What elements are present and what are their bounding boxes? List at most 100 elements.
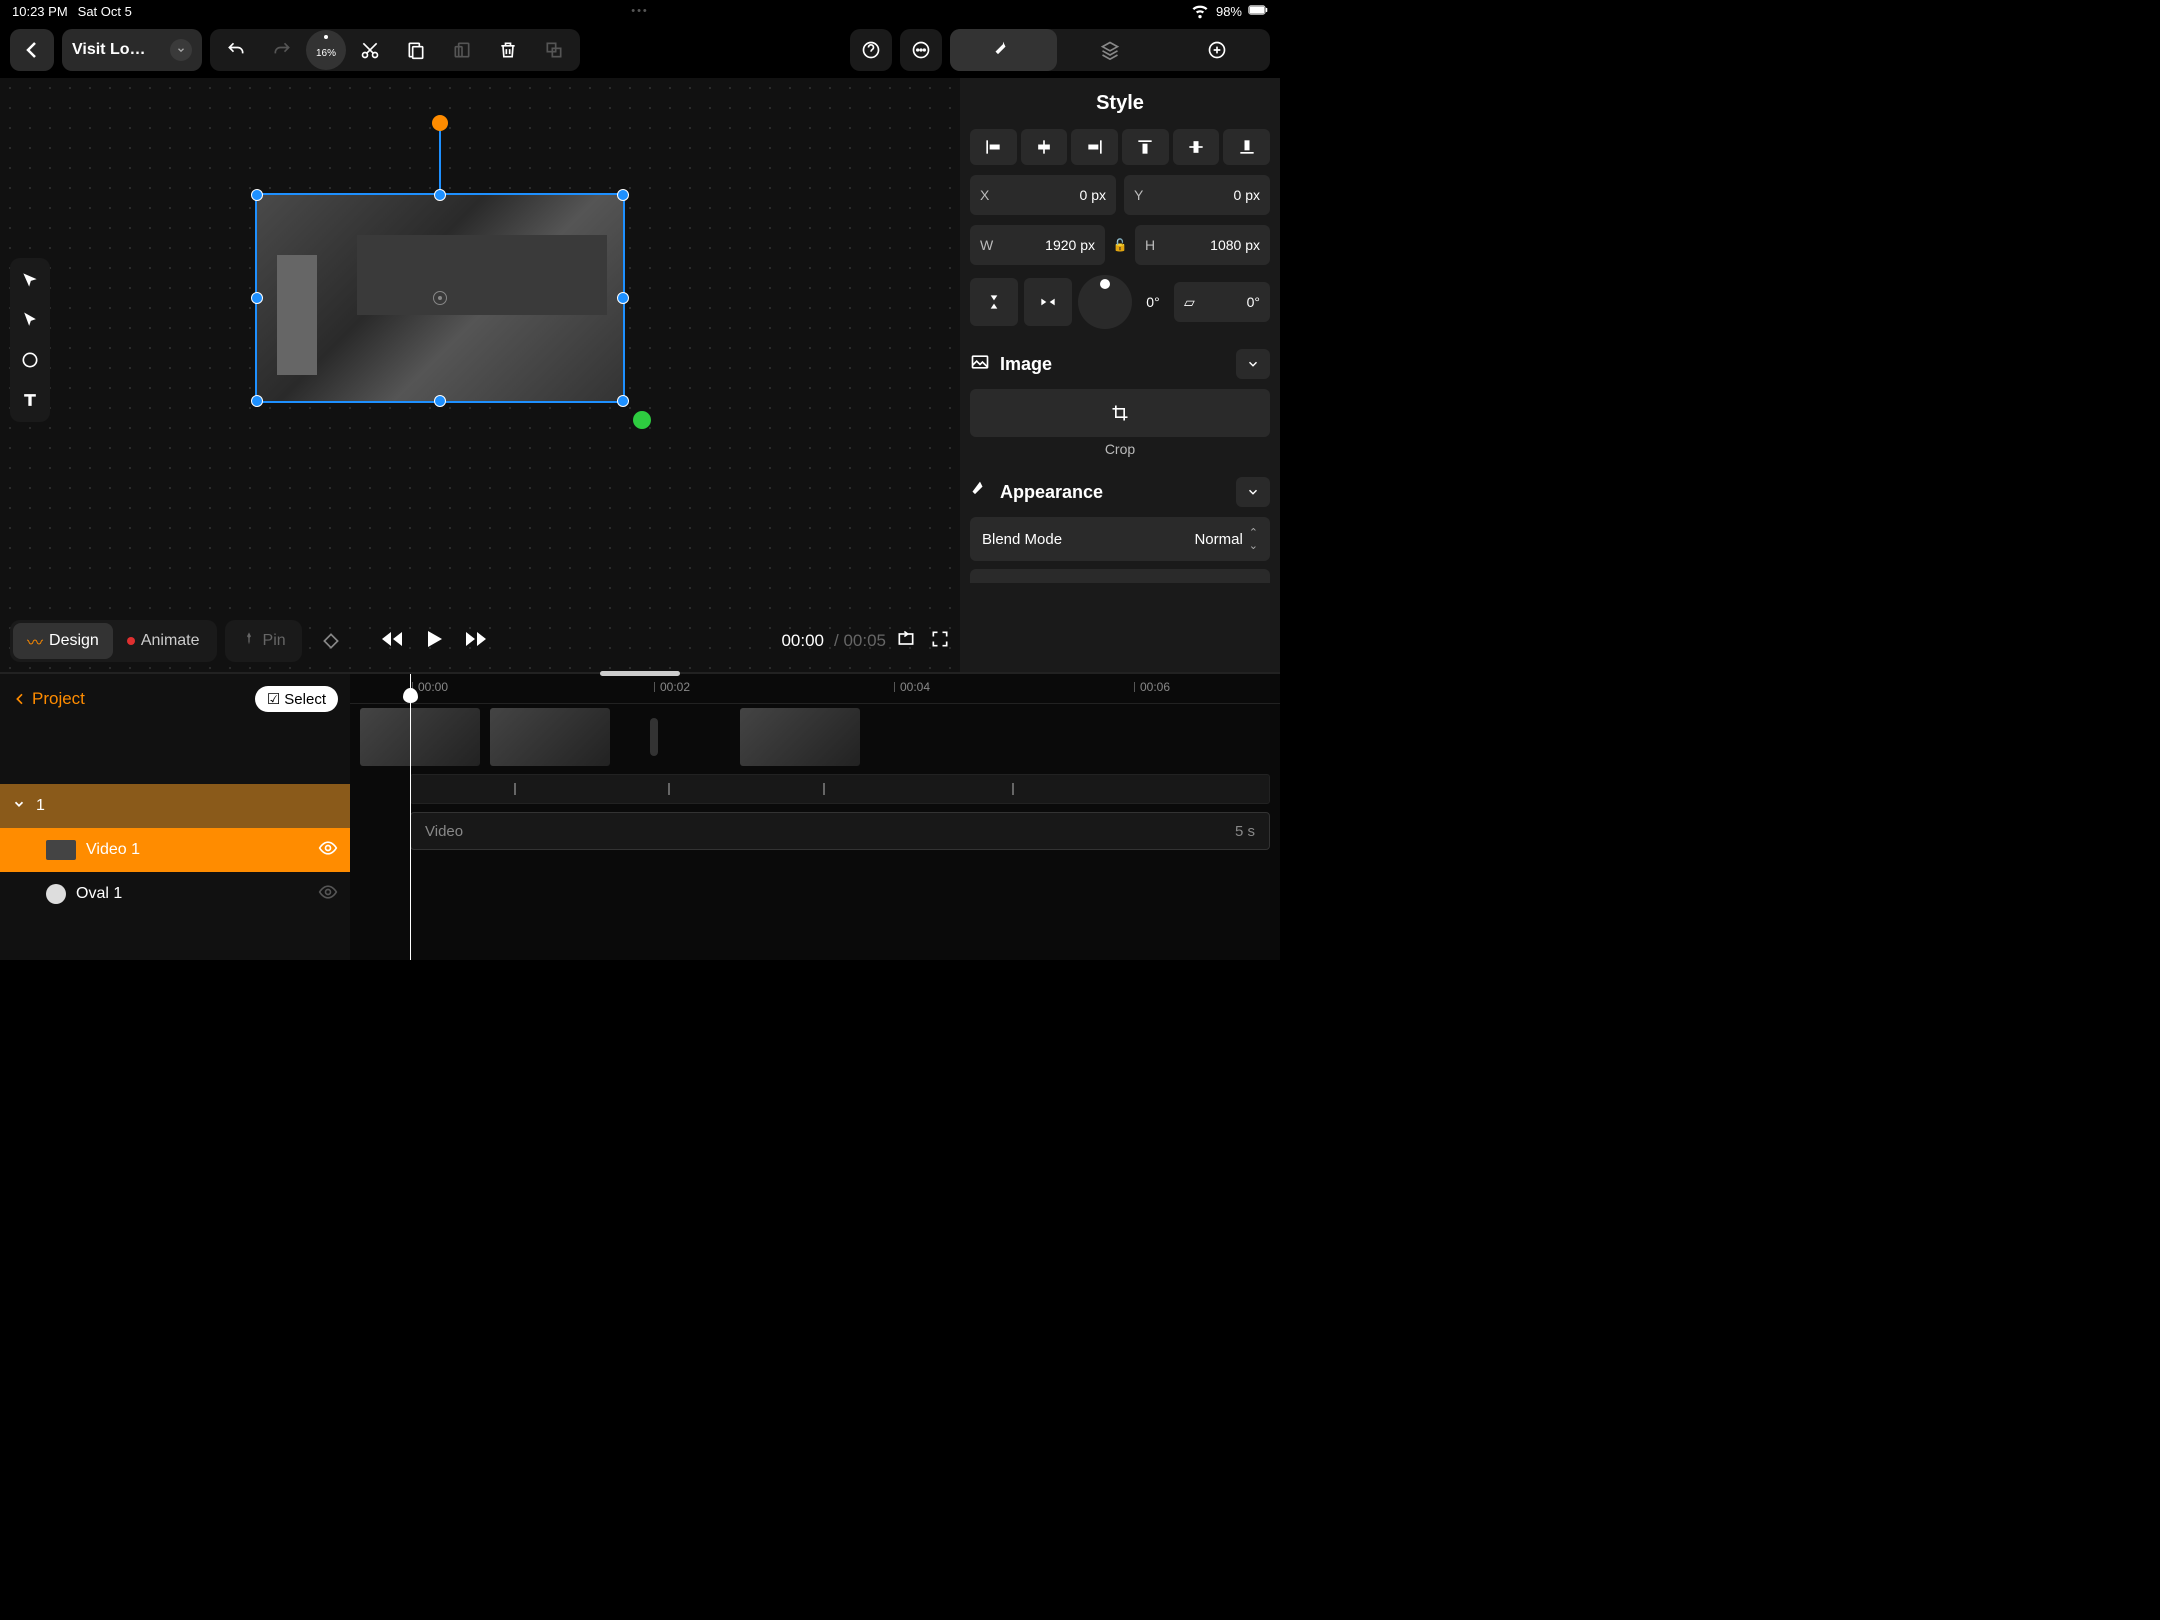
lock-aspect-icon[interactable]: 🔓: [1113, 225, 1127, 265]
align-center-v-button[interactable]: [1173, 129, 1220, 165]
direct-select-tool[interactable]: [14, 304, 46, 336]
design-mode-tab[interactable]: 〰 Design: [13, 623, 113, 659]
keyframe-button[interactable]: [310, 620, 352, 662]
select-tool[interactable]: [14, 264, 46, 296]
resize-handle-e[interactable]: [617, 292, 629, 304]
resize-handle-w[interactable]: [251, 292, 263, 304]
duration: 00:05: [843, 631, 886, 650]
layer-row-oval1[interactable]: Oval 1: [0, 872, 350, 916]
scale-handle[interactable]: [633, 411, 651, 429]
resize-handle-se[interactable]: [617, 395, 629, 407]
layer-row-video1[interactable]: Video 1: [0, 828, 350, 872]
skew-field[interactable]: ▱0°: [1174, 282, 1270, 322]
back-to-project-button[interactable]: Project: [12, 689, 85, 709]
zoom-indicator[interactable]: 16%: [306, 30, 346, 70]
updown-icon: ⌃⌄: [1249, 526, 1258, 552]
clip-thumbnail[interactable]: [490, 708, 610, 766]
play-button[interactable]: [422, 627, 446, 656]
cut-button[interactable]: [348, 32, 392, 68]
canvas[interactable]: 〰 Design Animate Pin 00:00 / 00:0: [0, 78, 960, 672]
layers-panel: Project ☑ Select 1 Video 1 Oval 1: [0, 674, 350, 960]
animate-mode-tab[interactable]: Animate: [113, 623, 214, 659]
back-button[interactable]: [10, 29, 54, 71]
duplicate-button[interactable]: [532, 32, 576, 68]
flip-horizontal-button[interactable]: [1024, 278, 1072, 326]
resize-handle-sw[interactable]: [251, 395, 263, 407]
copy-button[interactable]: [394, 32, 438, 68]
center-anchor[interactable]: [433, 291, 447, 305]
fullscreen-icon[interactable]: [930, 629, 950, 654]
align-top-button[interactable]: [1122, 129, 1169, 165]
panel-title: Style: [970, 78, 1270, 129]
audio-track[interactable]: [410, 774, 1270, 804]
design-icon: 〰: [27, 629, 43, 653]
clip-gap-handle[interactable]: [650, 718, 658, 756]
selected-object[interactable]: [255, 193, 625, 403]
blend-mode-dropdown[interactable]: Blend Mode Normal⌃⌄: [970, 517, 1270, 561]
y-field[interactable]: Y0 px: [1124, 175, 1270, 215]
height-field[interactable]: H1080 px: [1135, 225, 1270, 265]
multitask-dots[interactable]: •••: [631, 5, 649, 17]
video-track-bar[interactable]: Video 5 s: [410, 812, 1270, 850]
width-field[interactable]: W1920 px: [970, 225, 1105, 265]
resize-handle-ne[interactable]: [617, 189, 629, 201]
mode-tabs: 〰 Design Animate: [10, 620, 217, 662]
status-date: Sat Oct 5: [78, 4, 132, 19]
clip-thumbnail[interactable]: [740, 708, 860, 766]
visibility-toggle[interactable]: [318, 882, 338, 907]
next-property-row[interactable]: [970, 569, 1270, 583]
project-name-dropdown[interactable]: Visit Lo…: [62, 29, 202, 71]
resize-handle-n[interactable]: [434, 189, 446, 201]
align-bottom-button[interactable]: [1223, 129, 1270, 165]
timeline-tracks[interactable]: 00:00 00:02 00:04 00:06 Video 5 s: [350, 674, 1280, 960]
checklist-icon: ☑: [267, 690, 280, 708]
playback-controls: [380, 627, 488, 656]
select-mode-button[interactable]: ☑ Select: [255, 686, 338, 712]
image-section-header[interactable]: Image: [970, 349, 1270, 379]
time-tick: 00:00: [418, 680, 448, 694]
text-tool[interactable]: [14, 384, 46, 416]
battery-percent: 98%: [1216, 4, 1242, 19]
resize-handle-nw[interactable]: [251, 189, 263, 201]
video-clip-track[interactable]: [360, 704, 1280, 770]
time-tick: 00:06: [1140, 680, 1170, 694]
delete-button[interactable]: [486, 32, 530, 68]
help-button[interactable]: [850, 29, 892, 71]
redo-button[interactable]: [260, 32, 304, 68]
paste-button[interactable]: [440, 32, 484, 68]
style-tab[interactable]: [950, 29, 1057, 71]
align-left-button[interactable]: [970, 129, 1017, 165]
rotation-handle[interactable]: [432, 115, 448, 131]
chevron-down-icon: [170, 39, 192, 61]
appearance-section-header[interactable]: Appearance: [970, 477, 1270, 507]
align-right-button[interactable]: [1071, 129, 1118, 165]
align-center-h-button[interactable]: [1021, 129, 1068, 165]
loop-region-icon[interactable]: [896, 629, 916, 654]
crop-button[interactable]: [970, 389, 1270, 437]
layer-group-header[interactable]: 1: [0, 784, 350, 828]
current-time: 00:00: [781, 631, 824, 651]
playhead[interactable]: [410, 674, 411, 960]
resize-handle-s[interactable]: [434, 395, 446, 407]
status-bar: 10:23 PM Sat Oct 5 ••• 98%: [0, 0, 1280, 22]
clip-thumbnail[interactable]: [360, 708, 480, 766]
rewind-button[interactable]: [380, 627, 404, 656]
add-tab[interactable]: [1163, 29, 1270, 71]
layers-tab[interactable]: [1057, 29, 1164, 71]
rotation-dial[interactable]: [1078, 275, 1132, 329]
canvas-bottom-controls: 〰 Design Animate Pin 00:00 / 00:0: [10, 620, 950, 662]
layer-thumbnail: [46, 840, 76, 860]
x-field[interactable]: X0 px: [970, 175, 1116, 215]
shape-tool[interactable]: [14, 344, 46, 376]
flip-vertical-button[interactable]: [970, 278, 1018, 326]
more-button[interactable]: [900, 29, 942, 71]
visibility-toggle[interactable]: [318, 838, 338, 863]
forward-button[interactable]: [464, 627, 488, 656]
time-ruler[interactable]: 00:00 00:02 00:04 00:06: [350, 674, 1280, 704]
image-icon: [970, 352, 990, 377]
align-buttons: [970, 129, 1270, 165]
time-display: 00:00 / 00:05: [781, 629, 950, 654]
undo-button[interactable]: [214, 32, 258, 68]
edit-tool-group: 16%: [210, 29, 580, 71]
pin-mode-tab[interactable]: Pin: [225, 620, 302, 662]
